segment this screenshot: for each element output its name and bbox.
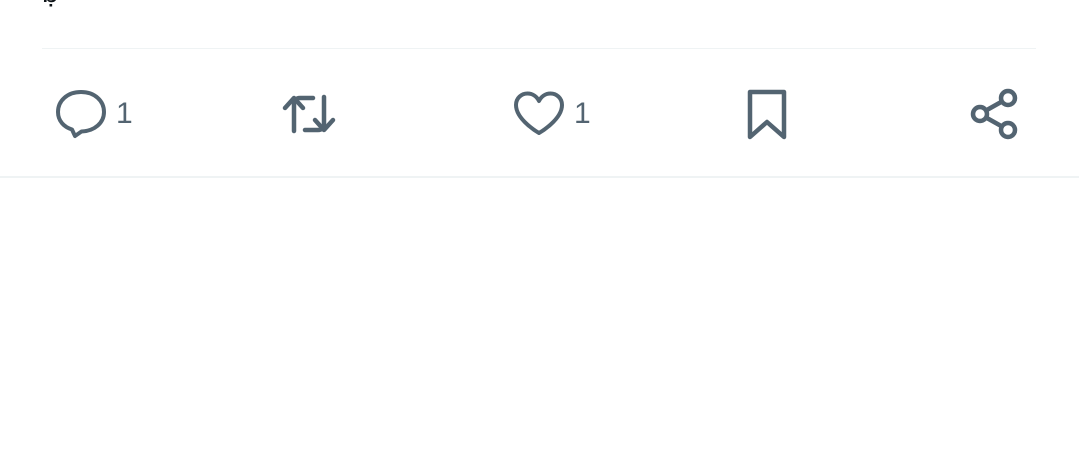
tweet-actions-section: ḅ 1 1: [0, 0, 1079, 476]
retweet-icon: [280, 85, 338, 143]
bookmark-button[interactable]: [738, 84, 796, 144]
divider-bottom: [0, 176, 1079, 178]
divider-top: [42, 48, 1036, 49]
share-button[interactable]: [966, 84, 1024, 144]
share-icon: [966, 85, 1024, 143]
like-button[interactable]: 1: [510, 84, 591, 144]
reply-count: 1: [116, 97, 133, 130]
like-count: 1: [574, 97, 591, 130]
post-text-clipped: ḅ: [42, 0, 59, 8]
reply-icon: [52, 85, 110, 143]
reply-button[interactable]: 1: [52, 84, 133, 144]
heart-icon: [510, 85, 568, 143]
bookmark-icon: [738, 85, 796, 143]
retweet-button[interactable]: [280, 84, 344, 144]
